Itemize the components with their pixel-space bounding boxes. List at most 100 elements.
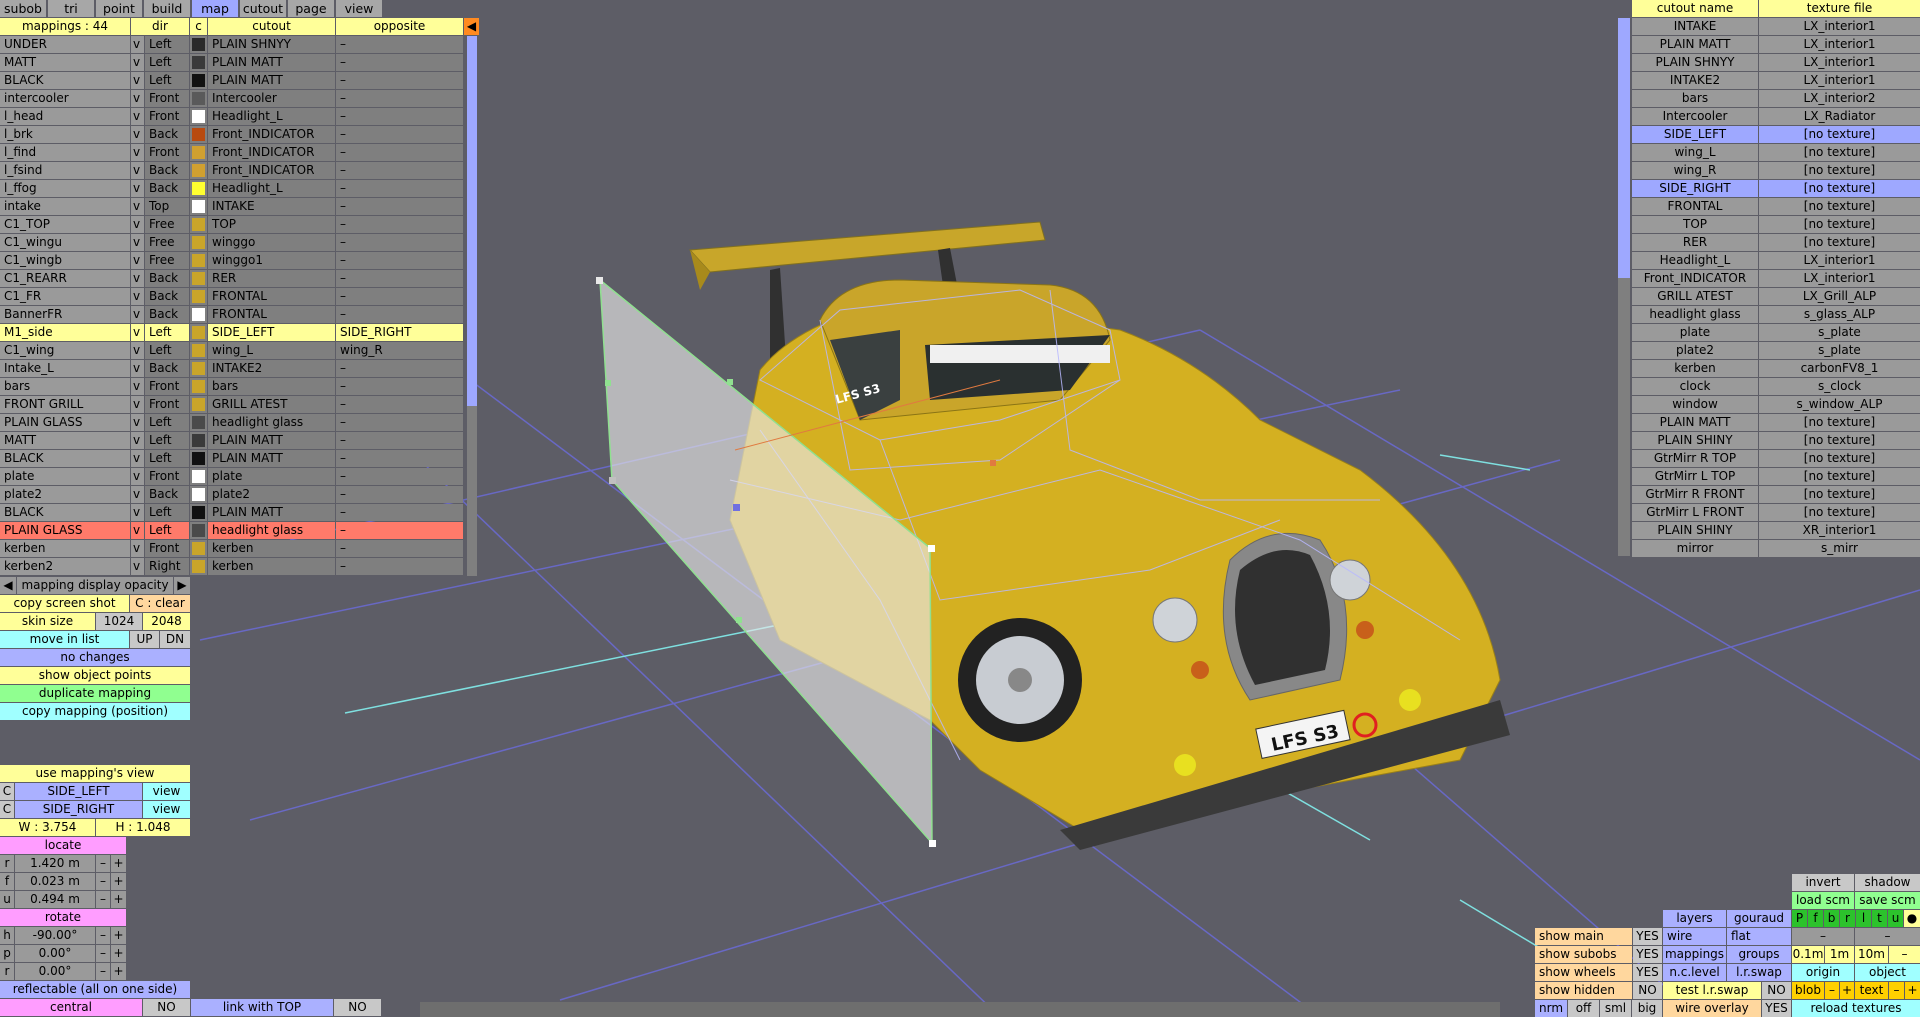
mapping-visible-toggle[interactable]: v <box>131 90 144 107</box>
texture-cutout-name[interactable]: GtrMirr L TOP <box>1632 468 1758 485</box>
texture-file[interactable]: LX_interior1 <box>1759 72 1920 89</box>
text-minus-button[interactable]: – <box>1889 982 1904 999</box>
mapping-visible-toggle[interactable]: v <box>131 540 144 557</box>
mapping-cutout[interactable]: PLAIN MATT <box>208 504 335 521</box>
mapping-cutout[interactable]: Headlight_L <box>208 180 335 197</box>
tab-cutout[interactable]: cutout <box>240 0 286 17</box>
grid-10m-button[interactable]: 10m <box>1855 946 1888 963</box>
mapping-dir[interactable]: Left <box>145 324 189 341</box>
mapping-cutout[interactable]: GRILL ATEST <box>208 396 335 413</box>
texture-file[interactable]: LX_interior1 <box>1759 36 1920 53</box>
show-subobs-toggle[interactable]: YES <box>1633 946 1662 963</box>
texture-cutout-name[interactable]: Front_INDICATOR <box>1632 270 1758 287</box>
texture-cutout-name[interactable]: PLAIN MATT <box>1632 36 1758 53</box>
mapping-visible-toggle[interactable]: v <box>131 72 144 89</box>
mapping-visible-toggle[interactable]: v <box>131 324 144 341</box>
mapping-name[interactable]: C1_TOP <box>0 216 130 233</box>
mapping-opposite[interactable]: – <box>336 378 463 395</box>
mappings-scrollbar-track[interactable] <box>467 406 477 576</box>
texture-cutout-name[interactable]: INTAKE2 <box>1632 72 1758 89</box>
loc-f-plus-button[interactable]: + <box>111 873 126 890</box>
texture-cutout-name[interactable]: plate2 <box>1632 342 1758 359</box>
mapping-opposite[interactable]: – <box>336 306 463 323</box>
rot-r-plus-button[interactable]: + <box>111 963 126 980</box>
mapping-visible-toggle[interactable]: v <box>131 432 144 449</box>
mappings-scrollbar[interactable] <box>467 36 477 406</box>
loc-r-minus-button[interactable]: – <box>96 855 110 872</box>
tab-view[interactable]: view <box>336 0 382 17</box>
mapping-cutout[interactable]: INTAKE <box>208 198 335 215</box>
mapping-visible-toggle[interactable]: v <box>131 198 144 215</box>
rot-p-value[interactable]: 0.00° <box>15 945 95 962</box>
mapping-opposite[interactable]: – <box>336 108 463 125</box>
mapping-visible-toggle[interactable]: v <box>131 216 144 233</box>
mapping-visible-toggle[interactable]: v <box>131 558 144 575</box>
view-letter-button[interactable]: t <box>1872 910 1887 927</box>
test-lr-swap-toggle[interactable]: NO <box>1762 982 1791 999</box>
tab-build[interactable]: build <box>144 0 190 17</box>
texture-cutout-name[interactable]: wing_L <box>1632 144 1758 161</box>
mapping-opposite[interactable]: – <box>336 252 463 269</box>
mapping-cutout[interactable]: FRONTAL <box>208 306 335 323</box>
skin-size-2048-button[interactable]: 2048 <box>143 613 190 630</box>
mapping-visible-toggle[interactable]: v <box>131 378 144 395</box>
mapping-visible-toggle[interactable]: v <box>131 36 144 53</box>
mapping-dir[interactable]: Left <box>145 522 189 539</box>
view-letter-button[interactable]: u <box>1888 910 1903 927</box>
mapping-name[interactable]: bars <box>0 378 130 395</box>
mapping-visible-toggle[interactable]: v <box>131 252 144 269</box>
mapping-opposite[interactable]: – <box>336 558 463 575</box>
texture-cutout-name[interactable]: wing_R <box>1632 162 1758 179</box>
mapping-dir[interactable]: Left <box>145 72 189 89</box>
texture-file[interactable]: XR_interior1 <box>1759 522 1920 539</box>
mapping-visible-toggle[interactable]: v <box>131 162 144 179</box>
mapping-visible-toggle[interactable]: v <box>131 180 144 197</box>
load-scm-button[interactable]: load scm <box>1792 892 1854 909</box>
texture-cutout-name[interactable]: PLAIN MATT <box>1632 414 1758 431</box>
wire-overlay-toggle[interactable]: YES <box>1762 1000 1791 1017</box>
mapping-opposite[interactable]: – <box>336 72 463 89</box>
tab-map[interactable]: map <box>192 0 238 17</box>
texture-scrollbar-track[interactable] <box>1618 278 1630 556</box>
mapping-opposite[interactable]: – <box>336 216 463 233</box>
mapping-dir[interactable]: Left <box>145 342 189 359</box>
view-letter-button[interactable]: r <box>1840 910 1855 927</box>
mapping-name[interactable]: Intake_L <box>0 360 130 377</box>
mapping-name[interactable]: BannerFR <box>0 306 130 323</box>
reload-textures-button[interactable]: reload textures <box>1792 1000 1920 1017</box>
mapping-visible-toggle[interactable]: v <box>131 234 144 251</box>
show-wheels-toggle[interactable]: YES <box>1633 964 1662 981</box>
mapping-cutout[interactable]: winggo <box>208 234 335 251</box>
texture-file[interactable]: [no texture] <box>1759 468 1920 485</box>
side-right-view-button[interactable]: view <box>143 801 190 818</box>
mapping-cutout[interactable]: bars <box>208 378 335 395</box>
blob-plus-button[interactable]: + <box>1840 982 1854 999</box>
mapping-dir[interactable]: Back <box>145 162 189 179</box>
no-changes-button[interactable]: no changes <box>0 649 190 666</box>
mapping-name[interactable]: l_brk <box>0 126 130 143</box>
texture-file[interactable]: s_plate <box>1759 324 1920 341</box>
mapping-opposite[interactable]: – <box>336 450 463 467</box>
mapping-visible-toggle[interactable]: v <box>131 414 144 431</box>
mapping-opposite[interactable]: – <box>336 270 463 287</box>
texture-cutout-name[interactable]: headlight glass <box>1632 306 1758 323</box>
mapping-cutout[interactable]: Front_INDICATOR <box>208 162 335 179</box>
mapping-name[interactable]: C1_FR <box>0 288 130 305</box>
mapping-opposite[interactable]: – <box>336 234 463 251</box>
mapping-cutout[interactable]: TOP <box>208 216 335 233</box>
mapping-cutout[interactable]: wing_L <box>208 342 335 359</box>
mapping-dir[interactable]: Front <box>145 396 189 413</box>
mapping-name[interactable]: C1_wingu <box>0 234 130 251</box>
mapping-dir[interactable]: Back <box>145 486 189 503</box>
mapping-dir[interactable]: Back <box>145 126 189 143</box>
skin-size-1024-button[interactable]: 1024 <box>96 613 142 630</box>
mapping-opposite[interactable]: – <box>336 468 463 485</box>
mapping-name[interactable]: intake <box>0 198 130 215</box>
texture-file[interactable]: s_glass_ALP <box>1759 306 1920 323</box>
mapping-cutout[interactable]: Front_INDICATOR <box>208 144 335 161</box>
mapping-dir[interactable]: Front <box>145 468 189 485</box>
central-toggle[interactable]: NO <box>143 999 190 1016</box>
mapping-name[interactable]: BLACK <box>0 450 130 467</box>
copy-mapping-button[interactable]: copy mapping (position) <box>0 703 190 720</box>
mapping-visible-toggle[interactable]: v <box>131 504 144 521</box>
